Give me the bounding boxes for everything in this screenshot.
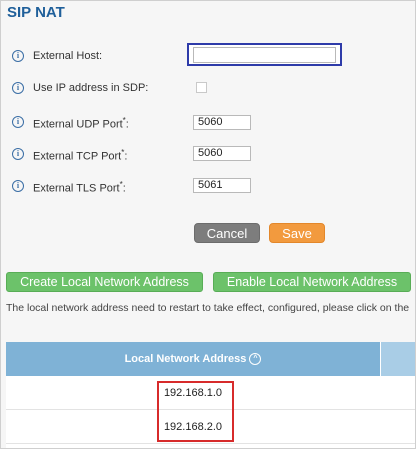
save-button[interactable]: Save <box>269 223 325 243</box>
external-tls-port-input[interactable]: 5061 <box>193 178 251 193</box>
info-icon[interactable]: i <box>12 50 24 62</box>
udp-label-text: External UDP Port <box>33 118 123 131</box>
info-icon[interactable]: i <box>12 116 24 128</box>
section-title: SIP NAT <box>7 4 65 21</box>
external-tcp-port-label: External TCP Port*: <box>33 148 127 163</box>
address-highlight-box <box>157 381 234 442</box>
external-tls-port-label: External TLS Port*: <box>33 180 126 195</box>
external-udp-port-label: External UDP Port*: <box>33 116 129 131</box>
chevron-up-circle-icon[interactable]: ^ <box>249 353 262 366</box>
tcp-label-text: External TCP Port <box>33 150 122 163</box>
restart-notice: The local network address need to restar… <box>6 302 410 314</box>
enable-local-network-button[interactable]: Enable Local Network Address <box>213 272 411 292</box>
table-header-label: Local Network Address <box>124 353 247 365</box>
info-icon[interactable]: i <box>12 82 24 94</box>
label-colon: : <box>124 150 128 163</box>
use-ip-sdp-label: Use IP address in SDP: <box>33 82 149 94</box>
info-icon[interactable]: i <box>12 148 24 160</box>
table-header-extra-column <box>381 342 415 376</box>
external-udp-port-input[interactable]: 5060 <box>193 115 251 130</box>
label-colon: : <box>125 118 129 131</box>
label-colon: : <box>122 182 126 195</box>
external-host-input[interactable] <box>193 47 336 63</box>
table-header-local-network-address[interactable]: Local Network Address ^ <box>6 342 380 376</box>
cancel-button[interactable]: Cancel <box>194 223 260 243</box>
create-local-network-button[interactable]: Create Local Network Address <box>6 272 203 292</box>
use-ip-sdp-checkbox[interactable] <box>196 82 207 93</box>
sip-nat-panel: SIP NAT i External Host: i Use IP addres… <box>0 0 416 449</box>
external-tcp-port-input[interactable]: 5060 <box>193 146 251 161</box>
tls-label-text: External TLS Port <box>33 182 120 195</box>
info-icon[interactable]: i <box>12 180 24 192</box>
external-host-label: External Host: <box>33 50 103 62</box>
